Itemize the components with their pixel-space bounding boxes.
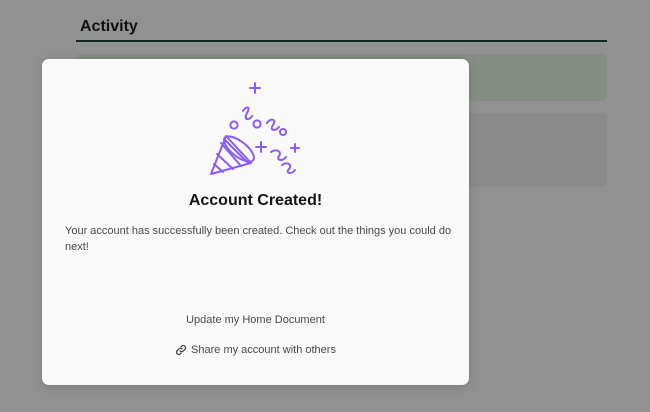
modal-title: Account Created! — [188, 192, 323, 209]
account-created-modal: Account Created! Your account has succes… — [42, 59, 469, 385]
update-home-document-label: Update my Home Document — [186, 314, 325, 326]
share-account-label: Share my account with others — [191, 344, 336, 357]
share-account-link[interactable]: Share my account with others — [42, 344, 469, 356]
modal-description: Your account has successfully been creat… — [65, 225, 452, 253]
link-icon — [176, 345, 187, 356]
update-home-document-link[interactable]: Update my Home Document — [42, 314, 469, 326]
party-popper-icon — [210, 82, 300, 175]
